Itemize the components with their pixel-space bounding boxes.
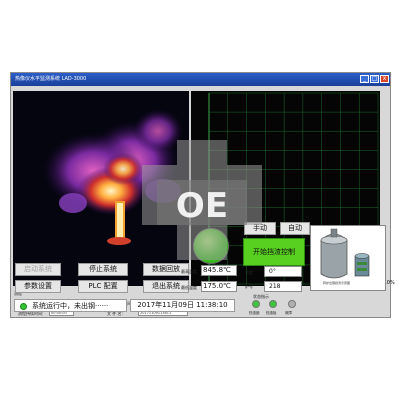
- min-temp-label: 最低温度: [181, 285, 197, 290]
- stop-system-button[interactable]: 停止系统: [78, 263, 128, 276]
- title-bar: 热像仪水平监测系统 LAD-3000 _ □ x: [11, 73, 390, 86]
- param-settings-button[interactable]: 参数设置: [15, 280, 61, 293]
- converter-illustration: 转炉出钢挡渣示意图: [310, 225, 386, 291]
- max-temp-value: 845.8℃: [201, 265, 237, 276]
- svg-text:OE: OE: [176, 186, 228, 226]
- status-indicator-lamp: [288, 300, 296, 308]
- angle-label: 角度: [245, 270, 253, 275]
- min-temp-value: 175.0℃: [201, 281, 237, 292]
- status-dot-icon: [20, 303, 27, 310]
- watermark-graphic: OE: [142, 140, 262, 260]
- status-message: 系统运行中，未出钢······: [32, 302, 109, 310]
- status-indicator-label: 故障: [285, 311, 292, 315]
- auto-mode-button[interactable]: 自动: [280, 222, 310, 235]
- furnace-value: 218: [264, 281, 302, 292]
- minimize-button[interactable]: _: [360, 75, 369, 83]
- angle-value: 0°: [264, 266, 302, 277]
- status-indicator-lamp: [252, 300, 260, 308]
- close-button[interactable]: x: [380, 75, 389, 83]
- status-indicator-label: 档渣嵌: [249, 311, 260, 315]
- status-indicator-label: 档渣板: [266, 311, 277, 315]
- status-indicator-lamp: [269, 300, 277, 308]
- status-bar: 系统运行中，未出钢······: [14, 299, 127, 312]
- furnace-label: 炉号: [245, 284, 253, 289]
- watermark-logo: OE: [137, 135, 267, 265]
- plc-config-button[interactable]: PLC 配置: [78, 280, 128, 293]
- illustration-caption: 转炉出钢挡渣示意图: [323, 281, 351, 285]
- maximize-button[interactable]: □: [370, 75, 379, 83]
- datetime-display: 2017年11月09日 11:38:10: [130, 299, 235, 312]
- max-temp-label: 最高温度: [181, 269, 197, 274]
- window-title: 热像仪水平监测系统 LAD-3000: [15, 76, 87, 82]
- start-system-button[interactable]: 启动系统: [15, 263, 61, 276]
